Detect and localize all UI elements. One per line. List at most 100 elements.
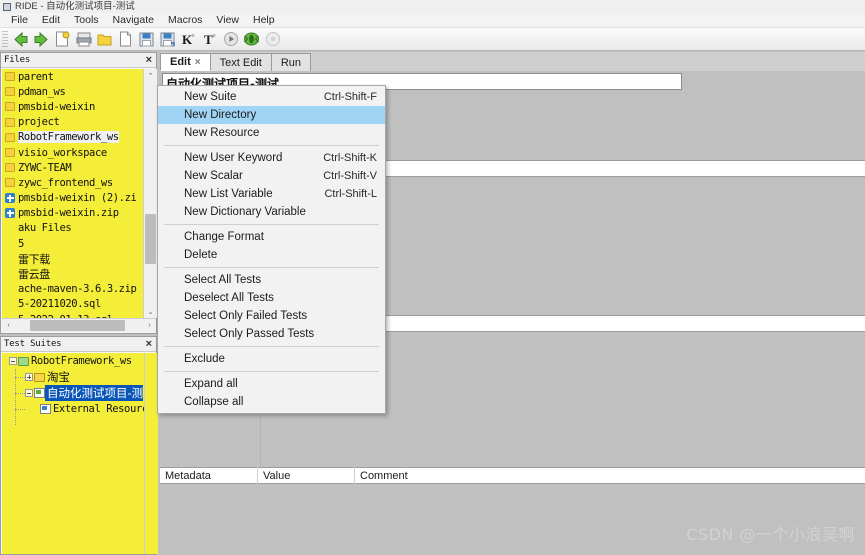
files-list[interactable]: parent pdman_ws pmsbid-weixin project Ro… [2, 69, 144, 318]
save-icon[interactable] [136, 29, 157, 50]
menu-item-collapse-all[interactable]: Collapse all [158, 393, 385, 411]
scrollbar-thumb[interactable] [145, 214, 156, 264]
menu-separator [164, 267, 379, 268]
column-header[interactable]: Value [258, 467, 355, 484]
close-icon[interactable]: × [195, 57, 201, 68]
scroll-down-icon[interactable]: ⌄ [144, 305, 157, 318]
menu-macros[interactable]: Macros [161, 13, 209, 28]
run-icon[interactable] [220, 29, 241, 50]
folder-icon [5, 163, 15, 173]
toolbar-grip[interactable] [2, 30, 8, 48]
menu-item-new-resource[interactable]: New Resource [158, 124, 385, 142]
tree-node-label: RobotFramework_ws [31, 355, 132, 367]
file-name: 雷云盘 [18, 268, 50, 282]
menu-tools[interactable]: Tools [67, 13, 106, 28]
menu-item-new-scalar[interactable]: New Scalar Ctrl-Shift-V [158, 167, 385, 185]
zip-icon [5, 193, 15, 204]
files-horizontal-scrollbar[interactable]: ‹ › [2, 318, 156, 332]
tree-connector [15, 377, 25, 378]
list-item[interactable]: 5-20211020.sql [2, 297, 144, 312]
list-item[interactable]: parent [2, 69, 144, 84]
menu-item-label: Change Format [184, 231, 264, 243]
svg-text:T: T [204, 32, 213, 47]
menu-edit[interactable]: Edit [35, 13, 67, 28]
list-item[interactable]: pmsbid-weixin [2, 99, 144, 114]
menu-separator [164, 371, 379, 372]
list-item[interactable]: ache-maven-3.6.3.zip [2, 282, 144, 297]
close-icon[interactable]: × [145, 54, 153, 65]
list-item[interactable]: project [2, 115, 144, 130]
menu-help[interactable]: Help [246, 13, 282, 28]
list-item[interactable]: visio_workspace [2, 145, 144, 160]
tab-run[interactable]: Run [270, 53, 311, 71]
list-item[interactable]: pmsbid-weixin (2).zi [2, 191, 144, 206]
list-item[interactable]: pmsbid-weixin.zip [2, 206, 144, 221]
list-item[interactable]: zywc_frontend_ws [2, 175, 144, 190]
tab-label: Run [280, 56, 301, 69]
tab-text-edit[interactable]: Text Edit [209, 53, 272, 71]
collapse-toggle-icon[interactable] [24, 385, 34, 401]
menu-file[interactable]: File [4, 13, 35, 28]
save-all-icon[interactable] [157, 29, 178, 50]
test-suites-vertical-scrollbar[interactable] [144, 353, 158, 554]
folder-icon [5, 102, 15, 112]
list-item[interactable]: 雷云盘 [2, 266, 144, 281]
menu-item-label: Select Only Failed Tests [184, 310, 308, 322]
folder-icon [5, 148, 15, 158]
menu-item-label: Collapse all [184, 396, 244, 408]
menu-item-new-list-variable[interactable]: New List Variable Ctrl-Shift-L [158, 185, 385, 203]
new-project-icon[interactable] [52, 29, 73, 50]
scroll-right-icon[interactable]: › [143, 319, 156, 332]
list-item[interactable]: 雷下载 [2, 251, 144, 266]
menu-item-change-format[interactable]: Change Format [158, 228, 385, 246]
search-keyword-icon[interactable]: K [178, 29, 199, 50]
menu-separator [164, 224, 379, 225]
scroll-left-icon[interactable]: ‹ [2, 319, 15, 332]
folder-icon [5, 132, 15, 142]
pause-icon[interactable] [262, 29, 283, 50]
open-project-icon[interactable] [73, 29, 94, 50]
test-suites-tree[interactable]: RobotFramework_ws 淘宝 自动化测试项目-测 External … [2, 353, 145, 554]
menu-navigate[interactable]: Navigate [106, 13, 161, 28]
collapse-toggle-icon[interactable] [8, 353, 18, 369]
list-item[interactable]: aku Files [2, 221, 144, 236]
menu-item-select-only-passed-tests[interactable]: Select Only Passed Tests [158, 325, 385, 343]
menu-item-select-only-failed-tests[interactable]: Select Only Failed Tests [158, 307, 385, 325]
menu-item-exclude[interactable]: Exclude [158, 350, 385, 368]
back-arrow-icon[interactable] [10, 29, 31, 50]
spacer-icon [5, 254, 15, 263]
list-item-selected[interactable]: RobotFramework_ws [2, 130, 144, 145]
tree-node-robotframework-ws[interactable]: RobotFramework_ws [2, 353, 145, 369]
expand-toggle-icon[interactable] [24, 369, 34, 385]
menu-item-label: Deselect All Tests [184, 292, 274, 304]
new-file-icon[interactable] [115, 29, 136, 50]
scroll-up-icon[interactable]: ⌃ [144, 69, 157, 82]
menu-item-expand-all[interactable]: Expand all [158, 375, 385, 393]
column-header[interactable]: Metadata [160, 467, 258, 484]
open-directory-icon[interactable] [94, 29, 115, 50]
scrollbar-thumb[interactable] [30, 320, 125, 331]
forward-arrow-icon[interactable] [31, 29, 52, 50]
menu-item-delete[interactable]: Delete [158, 246, 385, 264]
menu-item-new-suite[interactable]: New Suite Ctrl-Shift-F [158, 88, 385, 106]
stop-icon[interactable] [241, 29, 262, 50]
close-icon[interactable]: × [145, 338, 153, 349]
menu-item-deselect-all-tests[interactable]: Deselect All Tests [158, 289, 385, 307]
tab-edit[interactable]: Edit × [160, 53, 211, 71]
menu-item-new-user-keyword[interactable]: New User Keyword Ctrl-Shift-K [158, 149, 385, 167]
files-vertical-scrollbar[interactable]: ⌃ ⌄ [143, 69, 157, 318]
menu-separator [164, 145, 379, 146]
menu-item-new-dictionary-variable[interactable]: New Dictionary Variable [158, 203, 385, 221]
list-item[interactable]: 5 [2, 236, 144, 251]
tree-node-label: 自动化测试项目-测 [45, 385, 144, 401]
search-tests-icon[interactable]: T [199, 29, 220, 50]
spacer-icon [5, 224, 15, 233]
list-item[interactable]: pdman_ws [2, 84, 144, 99]
spacer-icon [5, 285, 15, 294]
menu-item-label: Exclude [184, 353, 225, 365]
menu-view[interactable]: View [209, 13, 246, 28]
column-header[interactable]: Comment [355, 467, 652, 484]
menu-item-select-all-tests[interactable]: Select All Tests [158, 271, 385, 289]
list-item[interactable]: ZYWC-TEAM [2, 160, 144, 175]
menu-item-new-directory[interactable]: New Directory [158, 106, 385, 124]
